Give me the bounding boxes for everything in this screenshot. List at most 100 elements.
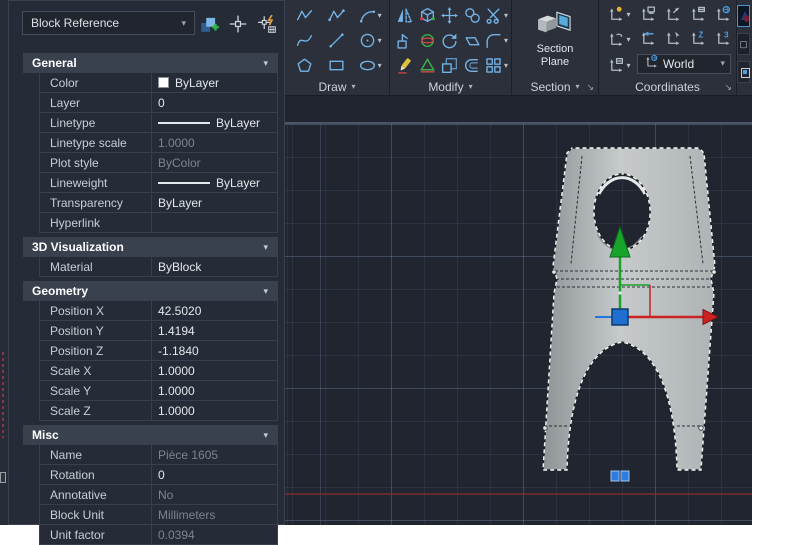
clipped-panel: ▢ <box>737 0 752 95</box>
property-value[interactable]: 1.0000 <box>152 361 277 380</box>
property-label: Plot style <box>40 153 152 172</box>
ucs-world-icon <box>717 5 730 21</box>
spline-button[interactable] <box>288 28 321 53</box>
coordinates-panel: ▾ ▾ ▾ Z 3 World ▾ Coordinates ↘ <box>599 0 737 95</box>
fillet-icon <box>486 34 501 49</box>
gizmo-y-arrowhead[interactable] <box>609 225 631 258</box>
property-row-unit-factor: Unit factor 0.0394 <box>40 525 277 545</box>
draw-panel-button[interactable]: Draw ▾ <box>285 78 389 95</box>
viewport[interactable] <box>285 96 752 525</box>
array-button[interactable]: ▾ <box>484 53 508 78</box>
fillet-button[interactable]: ▾ <box>484 28 508 53</box>
property-value[interactable]: ByLayer <box>152 113 277 132</box>
property-value[interactable]: ByLayer <box>152 193 277 212</box>
property-value[interactable]: 0 <box>152 93 277 112</box>
section-header[interactable]: Geometry ▾ <box>23 281 278 301</box>
ucs-object-button[interactable] <box>685 2 710 26</box>
ucs-view-button[interactable] <box>660 2 685 26</box>
section-header[interactable]: General ▾ <box>23 53 278 73</box>
section-header[interactable]: 3D Visualization ▾ <box>23 237 278 257</box>
ucs-show-button[interactable]: ▾ <box>602 2 635 27</box>
chevron-down-icon: ▾ <box>377 36 382 45</box>
property-value[interactable]: 1.0000 <box>152 381 277 400</box>
ellipse-icon <box>359 60 375 71</box>
ucs-origin-button[interactable] <box>660 26 685 50</box>
property-value[interactable]: ByLayer <box>152 73 277 92</box>
align-3d-button[interactable] <box>416 3 439 28</box>
quick-select-button[interactable] <box>254 11 279 36</box>
property-value[interactable]: 1.0000 <box>152 401 277 420</box>
rotate-button[interactable] <box>438 28 461 53</box>
section-dialog-launcher-icon[interactable]: ↘ <box>586 83 594 92</box>
circle-button[interactable]: ▾ <box>353 28 386 53</box>
property-label: Position Y <box>40 321 152 340</box>
application-window: Block Reference ▾ General ▾ Color ByLayer La… <box>0 0 752 545</box>
ucs-apply-button[interactable]: ▾ <box>602 53 635 78</box>
property-row-transparency: Transparency ByLayer <box>40 193 277 213</box>
rectangle-button[interactable] <box>321 53 354 78</box>
property-label: Linetype scale <box>40 133 152 152</box>
copy-icon <box>465 8 480 23</box>
mirror-button[interactable] <box>393 3 416 28</box>
polyline-button[interactable] <box>288 3 321 28</box>
grip[interactable] <box>620 470 630 482</box>
presspull-button[interactable] <box>393 28 416 53</box>
stretch-button[interactable] <box>461 28 484 53</box>
select-objects-button[interactable] <box>225 11 250 36</box>
ucs-world-button[interactable] <box>710 2 735 26</box>
trim-button[interactable]: ▾ <box>484 3 508 28</box>
scale-button[interactable] <box>438 53 461 78</box>
viewport-canvas[interactable] <box>285 96 752 525</box>
ucs-3point-button[interactable]: 3 <box>710 26 735 50</box>
property-value[interactable]: 0 <box>152 465 277 484</box>
erase-icon <box>398 58 411 74</box>
ucs-previous-button[interactable] <box>635 26 660 50</box>
palette-autohide-icon[interactable] <box>0 472 6 483</box>
named-views-icon[interactable]: ▢ <box>737 33 750 55</box>
move-button[interactable] <box>438 3 461 28</box>
property-row-layer: Layer 0 <box>40 93 277 113</box>
polyline-3d-button[interactable] <box>321 3 354 28</box>
selected-block[interactable] <box>542 147 717 471</box>
rotate-3d-button[interactable] <box>416 28 439 53</box>
erase-button[interactable] <box>393 53 416 78</box>
property-label: Lineweight <box>40 173 152 192</box>
ucs-named-button[interactable] <box>635 2 660 26</box>
property-row-material: Material ByBlock <box>40 257 277 277</box>
section-header[interactable]: Misc ▾ <box>23 425 278 445</box>
grip[interactable] <box>610 470 620 482</box>
property-value[interactable]: ByBlock <box>152 257 277 276</box>
property-value[interactable]: 42.5020 <box>152 301 277 320</box>
offset-button[interactable] <box>461 53 484 78</box>
clipped-tool-icon[interactable] <box>737 61 750 83</box>
modify-panel-button[interactable]: Modify ▾ <box>390 78 511 95</box>
ucs-z-button[interactable]: Z <box>685 26 710 50</box>
chevron-down-icon: ▾ <box>351 82 356 91</box>
line-button[interactable] <box>321 28 354 53</box>
visual-styles-icon[interactable] <box>737 5 750 27</box>
ellipse-button[interactable]: ▾ <box>353 53 386 78</box>
explode-button[interactable] <box>416 53 439 78</box>
ucs-dropdown[interactable]: World ▾ <box>637 53 731 74</box>
section-panel-button[interactable]: Section ▾ <box>512 78 598 95</box>
polygon-button[interactable] <box>288 53 321 78</box>
copy-button[interactable] <box>461 3 484 28</box>
ucs-rotate-button[interactable]: ▾ <box>602 27 635 52</box>
gizmo-origin[interactable] <box>611 308 629 326</box>
property-value[interactable] <box>152 213 277 232</box>
property-label: Transparency <box>40 193 152 212</box>
object-type-dropdown[interactable]: Block Reference ▾ <box>22 11 195 35</box>
property-label: Position Z <box>40 341 152 360</box>
polygon-icon <box>297 58 312 72</box>
palette-toolbar <box>196 11 279 36</box>
arc-button[interactable]: ▾ <box>353 3 386 28</box>
coordinates-dialog-launcher-icon[interactable]: ↘ <box>724 83 732 92</box>
chevron-down-icon: ▾ <box>503 61 508 70</box>
property-value[interactable]: 1.4194 <box>152 321 277 340</box>
property-value[interactable]: ByLayer <box>152 173 277 192</box>
section-plane-button[interactable]: Section Plane <box>512 0 598 78</box>
toggle-pickadd-button[interactable] <box>196 11 221 36</box>
property-value[interactable]: -1.1840 <box>152 341 277 360</box>
gizmo-shaft-marker <box>618 291 622 295</box>
block-grips[interactable] <box>610 470 630 482</box>
